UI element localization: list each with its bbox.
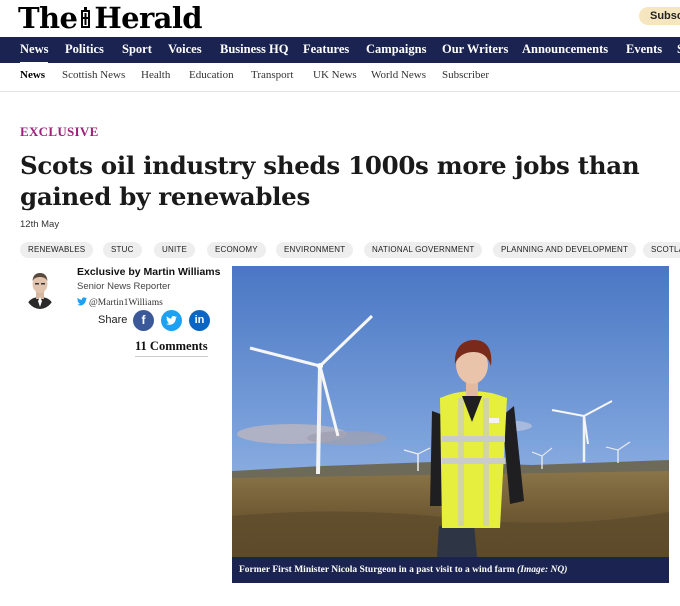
nav-news[interactable]: News [20, 37, 49, 63]
tag-national-government[interactable]: NATIONAL GOVERNMENT [364, 242, 483, 258]
twitter-bird-icon [77, 297, 87, 306]
linkedin-share-button[interactable]: in [189, 310, 210, 331]
subnav-education[interactable]: Education [189, 69, 234, 81]
subnav-transport[interactable]: Transport [251, 69, 293, 81]
nav-campaigns[interactable]: Campaigns [366, 37, 426, 62]
facebook-share-button[interactable]: f [133, 310, 154, 331]
twitter-icon [166, 316, 177, 325]
publish-date: 12th May [20, 219, 60, 230]
primary-nav: News Politics Sport Voices Business HQ F… [0, 37, 680, 63]
nav-announcements[interactable]: Announcements [522, 37, 608, 62]
masthead: The Herald Subscr [0, 0, 680, 37]
nav-politics[interactable]: Politics [65, 37, 104, 62]
author-twitter-link[interactable]: @Martin1Williams [77, 297, 163, 308]
topic-tags: RENEWABLES STUC UNITE ECONOMY ENVIRONMEN… [20, 242, 680, 259]
article-headline: Scots oil industry sheds 1000s more jobs… [20, 151, 640, 211]
subscribe-button[interactable]: Subscr [639, 7, 680, 25]
nav-events[interactable]: Events [626, 37, 662, 62]
comments-link[interactable]: 11 Comments [135, 339, 208, 357]
subnav-health[interactable]: Health [141, 69, 170, 81]
article-kicker: EXCLUSIVE [20, 124, 99, 139]
author-name[interactable]: Exclusive by Martin Williams [77, 266, 220, 278]
tag-scotland[interactable]: SCOTLA [643, 242, 680, 258]
author-role: Senior News Reporter [77, 281, 171, 292]
nav-business-hq[interactable]: Business HQ [220, 37, 288, 62]
site-logo[interactable]: The Herald [18, 1, 203, 35]
subnav-subscriber[interactable]: Subscriber [442, 69, 489, 81]
subnav-uk-news[interactable]: UK News [313, 69, 357, 81]
tag-unite[interactable]: UNITE [154, 242, 195, 258]
secondary-nav: News Scottish News Health Education Tran… [0, 63, 680, 92]
subnav-scottish-news[interactable]: Scottish News [62, 69, 125, 81]
nav-features[interactable]: Features [303, 37, 349, 62]
nav-voices[interactable]: Voices [168, 37, 202, 62]
share-label: Share [98, 314, 128, 326]
tag-economy[interactable]: ECONOMY [207, 242, 266, 258]
caption-text: Former First Minister Nicola Sturgeon in… [239, 565, 515, 575]
crest-icon [81, 7, 91, 28]
article-hero-image[interactable] [232, 266, 669, 557]
tag-environment[interactable]: ENVIRONMENT [276, 242, 354, 258]
author-avatar[interactable] [24, 267, 56, 309]
logo-the: The [18, 1, 78, 35]
subnav-news[interactable]: News [20, 69, 45, 81]
image-caption: Former First Minister Nicola Sturgeon in… [232, 557, 669, 583]
facebook-icon: f [141, 313, 146, 327]
nav-our-writers[interactable]: Our Writers [442, 37, 508, 62]
tag-stuc[interactable]: STUC [103, 242, 142, 258]
subnav-world-news[interactable]: World News [371, 69, 426, 81]
caption-credit: (Image: NQ) [517, 565, 568, 575]
author-twitter-handle: @Martin1Williams [89, 298, 163, 308]
linkedin-icon: in [194, 314, 205, 326]
logo-herald: Herald [94, 1, 202, 35]
tag-renewables[interactable]: RENEWABLES [20, 242, 94, 258]
twitter-share-button[interactable] [161, 310, 182, 331]
nav-sport[interactable]: Sport [122, 37, 152, 62]
tag-planning-and-development[interactable]: PLANNING AND DEVELOPMENT [493, 242, 637, 258]
